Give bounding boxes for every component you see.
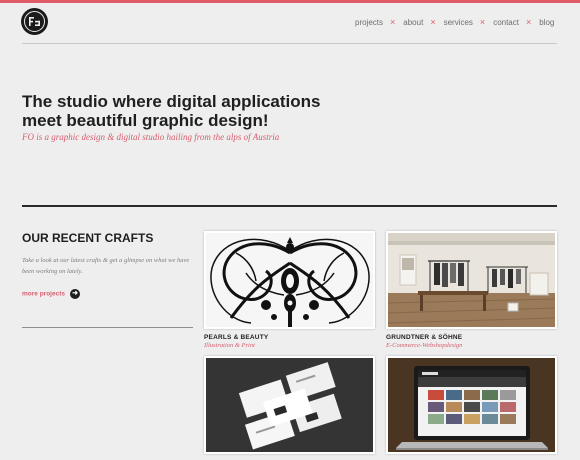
arrow-right-icon: ➜ — [70, 289, 80, 299]
project-thumbnail — [204, 356, 375, 454]
nav-separator-icon: × — [390, 17, 396, 27]
more-projects-label: more projects — [22, 290, 65, 298]
boutique-interior-photo — [388, 233, 555, 327]
project-thumbnail — [386, 356, 557, 454]
hero-tagline: FO is a graphic design & digital studio … — [22, 132, 280, 142]
project-subtitle: Illustration & Print — [204, 342, 255, 349]
logo-glyph — [29, 17, 40, 26]
project-title: PEARLS & BEAUTY — [204, 334, 269, 341]
section-divider — [22, 205, 557, 207]
nav-about[interactable]: about — [403, 18, 423, 27]
project-thumbnail — [204, 231, 375, 329]
crafts-title: OUR RECENT CRAFTS — [22, 231, 154, 245]
project-title: GRUNDTNER & SÖHNE — [386, 334, 463, 341]
laptop-website-photo — [388, 358, 555, 452]
nav-separator-icon: × — [525, 17, 532, 27]
nav-separator-icon: × — [430, 17, 436, 27]
hero-headline: The studio where digital applications me… — [22, 92, 362, 130]
hero-headline-line2: meet beautiful graphic design! — [22, 111, 269, 130]
nav-services[interactable]: services — [444, 18, 473, 27]
project-thumbnail — [386, 231, 557, 329]
project-card-pearls-beauty[interactable]: PEARLS & BEAUTY Illustration & Print — [204, 231, 375, 351]
nav-projects[interactable]: projects — [355, 18, 383, 27]
nav-contact[interactable]: contact — [493, 18, 519, 27]
top-accent-line — [0, 0, 580, 3]
fo-logo-icon[interactable] — [22, 9, 47, 34]
header-divider — [22, 43, 557, 44]
sidebar-divider — [22, 327, 193, 328]
ornamental-illustration — [206, 233, 373, 327]
hero-headline-line1: The studio where digital applications — [22, 92, 321, 111]
project-card-grundtner-soehne[interactable]: GRUNDTNER & SÖHNE E-Commerce-Webshopdesi… — [386, 231, 557, 351]
crafts-intro: Take a look at our latest crafts & get a… — [22, 257, 190, 275]
more-projects-link[interactable]: more projects ➜ — [22, 289, 80, 299]
project-card-laptop-site[interactable] — [386, 356, 557, 460]
project-card-business-cards[interactable] — [204, 356, 375, 460]
project-subtitle: E-Commerce-Webshopdesign — [386, 342, 463, 349]
nav-separator-icon: × — [479, 17, 486, 27]
main-nav: projects × about × services × contact × blog — [355, 17, 554, 27]
nav-blog[interactable]: blog — [539, 18, 554, 27]
business-cards-photo — [206, 358, 373, 452]
